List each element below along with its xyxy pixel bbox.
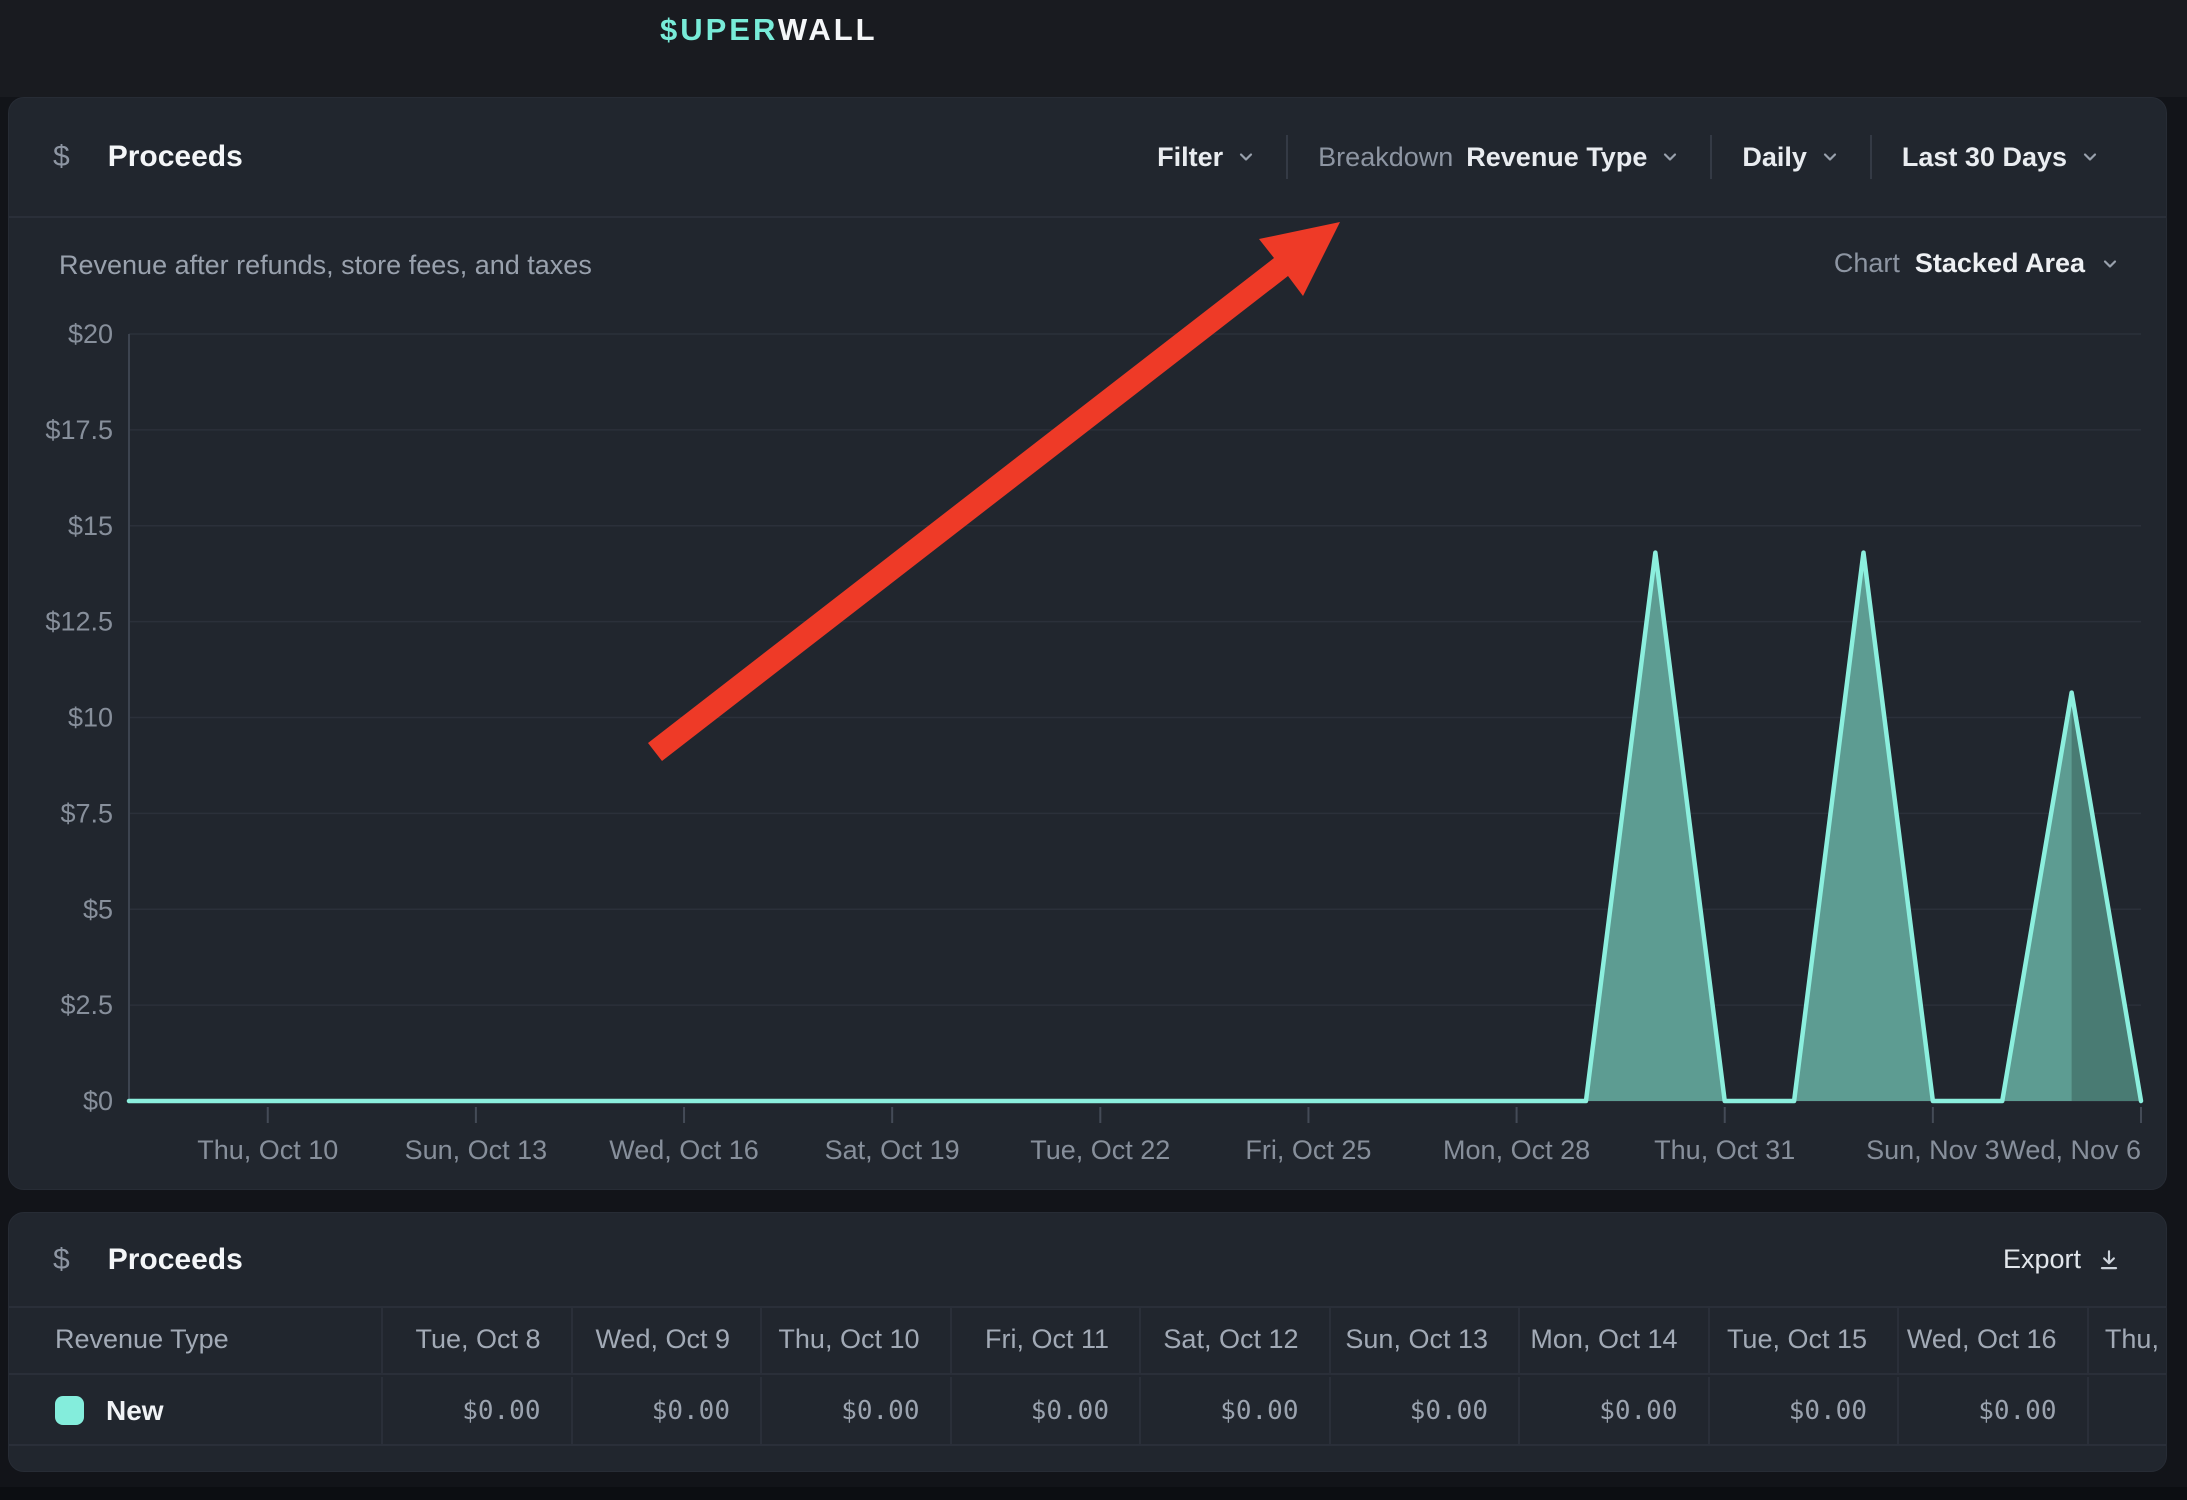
- breakdown-label: Breakdown: [1318, 142, 1453, 173]
- x-axis-label: Thu, Oct 31: [1654, 1135, 1795, 1165]
- value-cell: $0.00: [1708, 1377, 1898, 1444]
- column-header-date: Tue, Oct 8: [381, 1306, 571, 1373]
- granularity-dropdown[interactable]: Daily: [1712, 142, 1870, 173]
- table-card-title: Proceeds: [108, 1243, 243, 1277]
- dashboard-screen: $UPERWALL $0 $2.5 $5 $7.5 $10 $12.5 $15 $17.5 $2…: [0, 0, 2187, 1500]
- y-axis-label: $10: [68, 703, 113, 733]
- filter-dropdown[interactable]: Filter: [1127, 142, 1286, 173]
- proceeds-table-header-row: Revenue TypeTue, Oct 8Wed, Oct 9Thu, Oct…: [9, 1306, 2167, 1375]
- chart-card-header: $ Proceeds Filter Breakdown Revenue Type…: [9, 98, 2166, 218]
- export-label: Export: [2003, 1244, 2081, 1275]
- superwall-logo[interactable]: $UPERWALL: [660, 12, 878, 48]
- row-label: New: [106, 1395, 164, 1427]
- chart-type-value: Stacked Area: [1915, 248, 2085, 279]
- column-header-date: Tue, Oct 15: [1708, 1306, 1898, 1373]
- value-cell: $0.00: [1139, 1377, 1329, 1444]
- column-header-date: Thu, Oct 17: [2087, 1306, 2168, 1373]
- y-axis-label: $12.5: [45, 607, 113, 637]
- top-navigation-bar: $UPERWALL: [0, 0, 2187, 97]
- proceeds-table-body-row: New$0.00$0.00$0.00$0.00$0.00$0.00$0.00$0…: [9, 1377, 2167, 1446]
- filter-label: Filter: [1157, 142, 1223, 173]
- granularity-value: Daily: [1742, 142, 1807, 173]
- x-axis-label: Fri, Oct 25: [1245, 1135, 1371, 1165]
- dollar-icon: $: [53, 140, 70, 174]
- chart-controls: Filter Breakdown Revenue Type Daily Last…: [1127, 135, 2130, 179]
- x-axis-label: Mon, Oct 28: [1443, 1135, 1590, 1165]
- logo-rest-text: WALL: [778, 12, 878, 47]
- value-cell: $0.00: [760, 1377, 950, 1444]
- column-header-date: Sat, Oct 12: [1139, 1306, 1329, 1373]
- column-header-date: Thu, Oct 10: [760, 1306, 950, 1373]
- download-icon: [2096, 1247, 2122, 1273]
- chart-subtitle: Revenue after refunds, store fees, and t…: [59, 250, 592, 281]
- chevron-down-icon: [1236, 147, 1256, 167]
- value-cell: $0.00: [1518, 1377, 1708, 1444]
- area-fill: [129, 553, 2141, 1101]
- y-axis-label: $17.5: [45, 415, 113, 445]
- x-axis-label: Wed, Oct 16: [609, 1135, 759, 1165]
- series-color-swatch: [55, 1396, 84, 1425]
- chevron-down-icon: [2100, 254, 2120, 274]
- breakdown-value: Revenue Type: [1466, 142, 1647, 173]
- chart-card-title: Proceeds: [108, 140, 243, 174]
- chevron-down-icon: [1660, 147, 1680, 167]
- table-card-header: $ Proceeds Export: [9, 1213, 2166, 1308]
- column-header-date: Mon, Oct 14: [1518, 1306, 1708, 1373]
- x-axis-label: Sun, Oct 13: [405, 1135, 548, 1165]
- column-header-date: Wed, Oct 16: [1897, 1306, 2087, 1373]
- y-axis-label: $7.5: [60, 798, 113, 828]
- y-axis-label: $20: [68, 319, 113, 349]
- column-header-date: Wed, Oct 9: [571, 1306, 761, 1373]
- export-button[interactable]: Export: [2003, 1244, 2122, 1275]
- y-axis-label: $15: [68, 511, 113, 541]
- row-label-cell: New: [9, 1377, 381, 1444]
- value-cell: $0.00: [571, 1377, 761, 1444]
- x-axis-label: Tue, Oct 22: [1030, 1135, 1170, 1165]
- value-cell: $0.00: [1329, 1377, 1519, 1444]
- column-header-date: Sun, Oct 13: [1329, 1306, 1519, 1373]
- value-cell: $0.00: [2087, 1377, 2168, 1444]
- logo-accent-text: $UPER: [660, 12, 778, 47]
- x-axis-label: Sat, Oct 19: [825, 1135, 960, 1165]
- proceeds-chart-card: $0 $2.5 $5 $7.5 $10 $12.5 $15 $17.5 $20 Thu, Oct …: [8, 97, 2167, 1190]
- dollar-icon: $: [53, 1243, 70, 1277]
- chart-type-dropdown[interactable]: Chart Stacked Area: [1834, 248, 2120, 279]
- y-axis-label: $5: [83, 894, 113, 924]
- date-range-value: Last 30 Days: [1902, 142, 2067, 173]
- date-range-dropdown[interactable]: Last 30 Days: [1872, 142, 2130, 173]
- value-cell: $0.00: [950, 1377, 1140, 1444]
- breakdown-dropdown[interactable]: Breakdown Revenue Type: [1288, 142, 1710, 173]
- chevron-down-icon: [1820, 147, 1840, 167]
- value-cell: $0.00: [1897, 1377, 2087, 1444]
- y-axis-label: $0: [83, 1086, 113, 1116]
- column-header-revenue-type: Revenue Type: [9, 1306, 381, 1373]
- x-axis-label: Wed, Nov 6: [2000, 1135, 2141, 1165]
- chevron-down-icon: [2080, 147, 2100, 167]
- chart-type-label: Chart: [1834, 248, 1900, 279]
- column-header-date: Fri, Oct 11: [950, 1306, 1140, 1373]
- y-axis-label: $2.5: [60, 990, 113, 1020]
- x-axis-label: Thu, Oct 10: [197, 1135, 338, 1165]
- next-card-edge: [0, 1487, 2187, 1500]
- x-axis-label: Sun, Nov 3: [1866, 1135, 2000, 1165]
- value-cell: $0.00: [381, 1377, 571, 1444]
- proceeds-table-card: $ Proceeds Export Revenue TypeTue, Oct 8…: [8, 1212, 2167, 1472]
